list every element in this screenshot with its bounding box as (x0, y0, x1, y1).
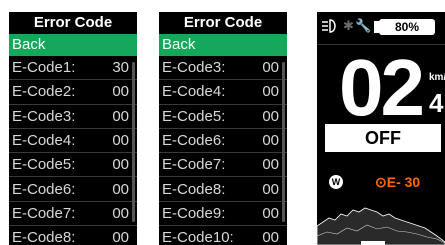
error-code-value: 00 (112, 107, 129, 125)
panel-title: Error Code (183, 14, 263, 31)
error-code-row[interactable]: E-Code2: 00 (9, 80, 137, 105)
error-code-row[interactable]: E-Code6: 00 (159, 129, 287, 154)
back-button[interactable]: Back (159, 34, 287, 56)
error-code-value: 00 (262, 204, 279, 222)
error-code-row[interactable]: E-Code10: 00 (159, 226, 287, 245)
error-code-label: E-Code9: (162, 204, 226, 222)
error-code-row[interactable]: E-Code5: 00 (9, 153, 137, 178)
error-code-row[interactable]: E-Code7: 00 (159, 153, 287, 178)
error-code-row[interactable]: E-Code4: 00 (9, 129, 137, 154)
error-code-value: 00 (262, 107, 279, 125)
error-code-value: 00 (262, 156, 279, 174)
error-code-label: E-Code10: (162, 229, 234, 245)
error-icon: ⊙ (375, 174, 387, 190)
panel-title: Error Code (33, 14, 113, 31)
error-code-row[interactable]: E-Code8: 00 (159, 177, 287, 202)
error-code-value: 00 (112, 229, 129, 245)
error-code-value: 00 (262, 59, 279, 77)
error-code-value: 00 (262, 83, 279, 101)
headlight-icon (322, 19, 336, 33)
error-code-value: 00 (112, 204, 129, 222)
error-code-row[interactable]: E-Code5: 00 (159, 105, 287, 129)
error-code-value: 00 (262, 180, 279, 198)
walk-assist-icon: W (329, 175, 343, 189)
error-code-value: 00 (112, 156, 129, 174)
speed-unit: km/h (429, 72, 445, 83)
error-code-label: E-Code7: (162, 156, 226, 174)
battery-level: 80% (379, 19, 435, 35)
error-code-screen-middle: Error Code Back E-Code3: 00 E-Code4: 00 … (159, 12, 287, 245)
bluetooth-icon: ✱ (343, 18, 354, 33)
error-code-label: E-Code4: (12, 132, 76, 150)
error-code-value: 30 (112, 59, 129, 77)
main-display-screen: ✱ 🔧 80% 02 km/h 4 OFF W ⊙E- 30 (317, 12, 445, 245)
back-button[interactable]: Back (9, 34, 137, 56)
scrollbar[interactable] (282, 62, 285, 222)
error-code-row[interactable]: E-Code8: 00 (9, 226, 137, 245)
error-code-row[interactable]: E-Code9: 00 (159, 202, 287, 227)
error-code-row[interactable]: E-Code6: 00 (9, 177, 137, 202)
error-text: E- 30 (386, 174, 421, 190)
error-code-row[interactable]: E-Code1: 30 (9, 56, 137, 81)
error-code-value: 00 (262, 132, 279, 150)
assist-mode: OFF (325, 124, 441, 152)
error-code-label: E-Code7: (12, 204, 76, 222)
error-indicator: ⊙E- 30 (375, 174, 420, 191)
error-code-label: E-Code8: (12, 229, 76, 245)
terrain-graph (317, 207, 445, 245)
error-code-label: E-Code4: (162, 83, 226, 101)
error-code-label: E-Code3: (12, 107, 76, 125)
scrollbar[interactable] (132, 62, 135, 222)
error-code-value: 00 (112, 83, 129, 101)
error-code-screen-left: Error Code Back E-Code1: 30 E-Code2: 00 … (9, 12, 137, 245)
error-code-label: E-Code6: (12, 180, 76, 198)
error-code-label: E-Code5: (162, 107, 226, 125)
error-code-value: 00 (112, 132, 129, 150)
battery-icon: 80% (369, 18, 439, 36)
error-code-row[interactable]: E-Code4: 00 (159, 80, 287, 105)
speed-value: 02 (339, 43, 425, 132)
error-code-label: E-Code2: (12, 83, 76, 101)
error-code-value: 00 (262, 229, 279, 245)
error-code-label: E-Code6: (162, 132, 226, 150)
error-code-label: E-Code5: (12, 156, 76, 174)
speed-decimal: 4 (429, 88, 444, 118)
error-code-label: E-Code1: (12, 59, 76, 77)
error-code-value: 00 (112, 180, 129, 198)
error-code-label: E-Code8: (162, 180, 226, 198)
error-code-label: E-Code3: (162, 59, 226, 77)
error-code-row[interactable]: E-Code3: 00 (159, 56, 287, 81)
error-code-row[interactable]: E-Code3: 00 (9, 105, 137, 129)
error-code-row[interactable]: E-Code7: 00 (9, 202, 137, 227)
status-bar: ✱ 🔧 80% (317, 18, 445, 38)
